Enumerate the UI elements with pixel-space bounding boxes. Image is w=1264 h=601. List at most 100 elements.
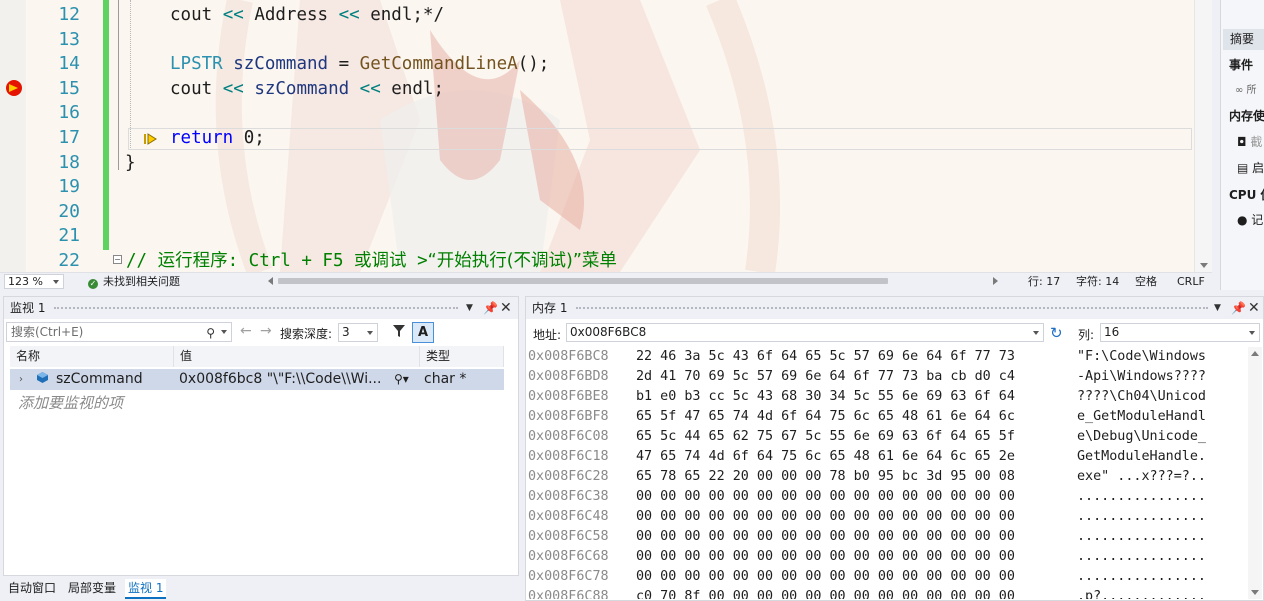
dropdown-icon[interactable]: ▼ [466, 297, 473, 319]
memory-address: 0x008F6C28 [528, 469, 609, 484]
pin-icon[interactable]: 📌 [1231, 297, 1246, 319]
line-indicator[interactable]: 行: 17 [1028, 275, 1060, 288]
memory-ascii[interactable]: e_GetModuleHandl [1077, 407, 1206, 427]
memory-hex-bytes[interactable]: 2d 41 70 69 5c 57 69 6e 64 6f 77 73 ba c… [636, 367, 1015, 387]
close-icon[interactable]: ✕ [500, 297, 512, 319]
watch-value[interactable]: 0x008f6bc8 "\"F:\\Code\\Wi... [179, 369, 391, 390]
table-row[interactable]: › szCommand 0x008f6bc8 "\"F:\\Code\\Wi..… [10, 369, 504, 390]
filter-icon[interactable] [392, 324, 406, 338]
address-input[interactable]: 0x008F6BC8 [566, 323, 1044, 342]
memory-hex-bytes[interactable]: c0 70 8f 00 00 00 00 00 00 00 00 00 00 0… [636, 587, 1015, 599]
text-visualizer-icon[interactable]: ⚲▾ [394, 369, 409, 390]
format-toggle-button[interactable]: A [412, 322, 434, 343]
code-token: << [328, 5, 371, 25]
code-line-17[interactable]: return 0; [170, 126, 265, 151]
code-line-18[interactable]: } [125, 151, 136, 176]
memory-hex-bytes[interactable]: 65 78 65 22 20 00 00 00 78 b0 95 bc 3d 9… [636, 467, 1015, 487]
code-line-12[interactable]: cout << Address << endl;*/ [170, 3, 444, 28]
address-label: 地址: [533, 328, 562, 342]
dropdown-icon[interactable]: ▼ [1214, 297, 1221, 319]
chevron-down-icon[interactable] [221, 330, 227, 334]
column-header-name[interactable]: 名称 [10, 346, 174, 367]
tab-autos[interactable]: 自动窗口 [5, 579, 59, 597]
memory-hex-bytes[interactable]: 00 00 00 00 00 00 00 00 00 00 00 00 00 0… [636, 507, 1015, 527]
columns-label: 列: [1078, 328, 1095, 342]
column-header-type[interactable]: 类型 [420, 346, 504, 367]
refresh-icon[interactable]: ↻ [1050, 324, 1063, 342]
watch-title-bar[interactable]: 监视 1 ▼ 📌 ✕ [4, 297, 518, 319]
memory-ascii[interactable]: ................ [1077, 487, 1206, 507]
chevron-down-icon[interactable] [1033, 331, 1039, 335]
line-number: 18 [58, 152, 80, 173]
memory-hex-bytes[interactable]: 47 65 74 4d 6f 64 75 6c 65 48 61 6e 64 6… [636, 447, 1015, 467]
memory-ascii[interactable]: exe" ...x???=?.. [1077, 467, 1206, 487]
code-line-14[interactable]: LPSTR szCommand = GetCommandLineA(); [170, 52, 549, 77]
scroll-up-icon[interactable] [1251, 351, 1259, 356]
snapshot-item[interactable]: ◘ 截 [1237, 133, 1262, 150]
memory-vertical-scrollbar[interactable] [1248, 347, 1262, 599]
events-item[interactable]: ∞ 所 [1235, 81, 1257, 96]
memory-hex-bytes[interactable]: b1 e0 b3 cc 5c 43 68 30 34 5c 55 6e 69 6… [636, 387, 1015, 407]
search-back-icon[interactable]: ← [240, 323, 252, 339]
memory-ascii[interactable]: ................ [1077, 527, 1206, 547]
pin-icon[interactable]: 📌 [483, 297, 498, 319]
scroll-right-icon[interactable] [993, 277, 998, 285]
line-number: 22 [58, 250, 80, 271]
breakpoint-arrow-icon[interactable] [6, 80, 22, 96]
close-icon[interactable]: ✕ [1248, 297, 1260, 319]
memory-ascii[interactable]: -Api\Windows???? [1077, 367, 1206, 387]
memory-ascii[interactable]: .p?............. [1077, 587, 1206, 599]
scroll-down-icon[interactable] [1251, 590, 1259, 595]
watch-search-input[interactable]: 搜索(Ctrl+E) ⚲ [6, 322, 232, 342]
scroll-thumb[interactable] [278, 278, 888, 284]
glyph-margin[interactable] [0, 0, 26, 272]
editor-horizontal-scrollbar[interactable] [268, 276, 998, 286]
search-forward-icon[interactable]: → [260, 323, 272, 339]
memory-title-bar[interactable]: 内存 1 ▼ 📌 ✕ [526, 297, 1263, 319]
memory-hex-bytes[interactable]: 00 00 00 00 00 00 00 00 00 00 00 00 00 0… [636, 487, 1015, 507]
code-editor[interactable]: 12 13 14 15 16 17 18 19 20 21 22 cout <<… [0, 0, 1212, 272]
drag-grip[interactable] [576, 307, 1208, 311]
add-watch-placeholder[interactable]: 添加要监视的项 [18, 392, 123, 413]
tab-summary[interactable]: 摘要 [1223, 29, 1264, 50]
columns-dropdown[interactable]: 16 [1100, 323, 1260, 342]
scroll-left-icon[interactable] [268, 277, 273, 285]
record-item[interactable]: ● 记 [1237, 211, 1263, 228]
memory-address: 0x008F6C58 [528, 529, 609, 544]
issues-indicator[interactable]: ✓ 未找到相关问题 [88, 275, 180, 289]
memory-hex-bytes[interactable]: 22 46 3a 5c 43 6f 64 65 5c 57 69 6e 64 6… [636, 347, 1015, 367]
char-indicator[interactable]: 字符: 14 [1076, 275, 1119, 288]
expand-icon[interactable]: › [19, 369, 23, 390]
memory-hex-bytes[interactable]: 65 5c 44 65 62 75 67 5c 55 6e 69 63 6f 6… [636, 427, 1015, 447]
memory-hex-bytes[interactable]: 65 5f 47 65 74 4d 6f 64 75 6c 65 48 61 6… [636, 407, 1015, 427]
heap-item[interactable]: ▤ 启 [1237, 159, 1264, 176]
search-depth-dropdown[interactable]: 3 [338, 323, 378, 342]
memory-ascii[interactable]: ................ [1077, 547, 1206, 567]
column-header-value[interactable]: 值 [174, 346, 420, 367]
whitespace-indicator[interactable]: 空格 [1135, 275, 1157, 288]
memory-hex-bytes[interactable]: 00 00 00 00 00 00 00 00 00 00 00 00 00 0… [636, 527, 1015, 547]
drag-grip[interactable] [54, 307, 458, 311]
memory-ascii[interactable]: ................ [1077, 507, 1206, 527]
scroll-down-icon[interactable] [1200, 263, 1208, 268]
memory-ascii[interactable]: "F:\Code\Windows [1077, 347, 1206, 367]
code-line-15[interactable]: cout << szCommand << endl; [170, 77, 444, 102]
memory-ascii[interactable]: ????\Ch04\Unicod [1077, 387, 1206, 407]
code-line-22[interactable]: // 运行程序: Ctrl + F5 或调试 >“开始执行(不调试)”菜单 [126, 249, 617, 272]
memory-hex-bytes[interactable]: 00 00 00 00 00 00 00 00 00 00 00 00 00 0… [636, 547, 1015, 567]
zoom-dropdown[interactable]: 123 % [4, 274, 64, 289]
columns-value: 16 [1104, 325, 1120, 339]
memory-ascii[interactable]: GetModuleHandle. [1077, 447, 1206, 467]
tab-watch-1[interactable]: 监视 1 [125, 579, 167, 599]
memory-ascii[interactable]: e\Debug\Unicode_ [1077, 427, 1206, 447]
memory-ascii[interactable]: ................ [1077, 567, 1206, 587]
tab-locals[interactable]: 局部变量 [65, 579, 119, 597]
editor-vertical-scrollbar[interactable] [1194, 0, 1212, 272]
search-icon[interactable]: ⚲ [206, 324, 215, 342]
outline-fold-line [118, 0, 119, 170]
memory-grid[interactable]: 0x008F6BC8 22 46 3a 5c 43 6f 64 65 5c 57 … [526, 347, 1246, 599]
fold-toggle-icon[interactable]: − [113, 255, 122, 264]
eol-indicator[interactable]: CRLF [1177, 275, 1205, 288]
code-token: endl [370, 5, 413, 25]
memory-hex-bytes[interactable]: 00 00 00 00 00 00 00 00 00 00 00 00 00 0… [636, 567, 1015, 587]
